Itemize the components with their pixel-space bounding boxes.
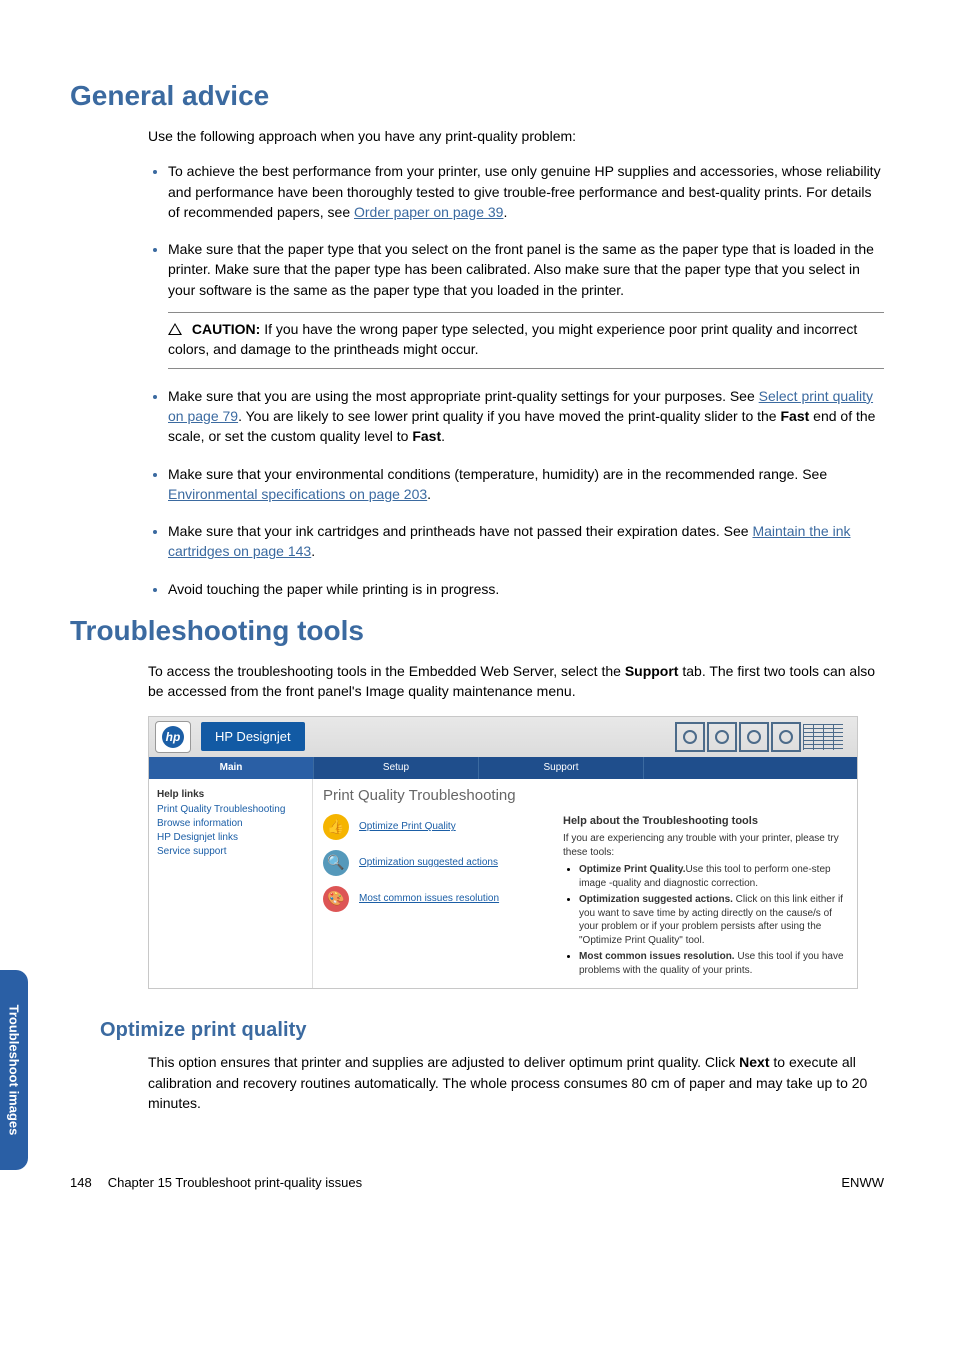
sidebar-category: Help links xyxy=(157,789,304,800)
tab-support[interactable]: Support xyxy=(479,757,644,779)
tab-setup[interactable]: Setup xyxy=(314,757,479,779)
action-row: 🎨 Most common issues resolution xyxy=(323,886,543,912)
caution-label: CAUTION: xyxy=(192,321,260,337)
link-common-issues[interactable]: Most common issues resolution xyxy=(359,893,499,904)
printer-illustration xyxy=(675,722,843,752)
text: . xyxy=(503,204,507,220)
text: . xyxy=(441,428,445,444)
text-bold: Most common issues resolution. xyxy=(579,951,735,962)
magnifier-icon: 🔍 xyxy=(323,850,349,876)
help-item: Optimization suggested actions. Click on… xyxy=(579,893,847,947)
list-item: Make sure that you are using the most ap… xyxy=(168,385,884,447)
printer-body-icon xyxy=(803,724,843,750)
text: Make sure that the paper type that you s… xyxy=(168,241,874,298)
tab-main[interactable]: Main xyxy=(149,757,314,779)
caution-text: If you have the wrong paper type selecte… xyxy=(168,321,857,357)
list-item: Avoid touching the paper while printing … xyxy=(168,578,884,599)
heading-troubleshooting-tools: Troubleshooting tools xyxy=(70,615,884,647)
ews-tabs: Main Setup Support xyxy=(149,757,857,779)
hp-logo-icon: hp xyxy=(162,726,184,748)
document-page: General advice Use the following approac… xyxy=(0,0,954,1230)
link-order-paper[interactable]: Order paper on page 39 xyxy=(354,204,503,220)
tab-filler xyxy=(644,757,857,779)
ews-actions-col: 👍 Optimize Print Quality 🔍 Optimization … xyxy=(323,814,543,981)
nozzle-icon xyxy=(739,722,769,752)
ews-body: Help links Print Quality Troubleshooting… xyxy=(149,779,857,989)
sidebar-link-service-support[interactable]: Service support xyxy=(157,846,304,857)
lang-code: ENWW xyxy=(841,1175,884,1190)
nozzle-icon xyxy=(707,722,737,752)
text: Make sure that you are using the most ap… xyxy=(168,388,759,404)
help-list: Optimize Print Quality.Use this tool to … xyxy=(563,863,847,977)
action-row: 🔍 Optimization suggested actions xyxy=(323,850,543,876)
text-bold: Optimize Print Quality. xyxy=(579,864,686,875)
help-item: Most common issues resolution. Use this … xyxy=(579,950,847,977)
help-intro: If you are experiencing any trouble with… xyxy=(563,832,847,859)
text-bold: Fast xyxy=(780,408,809,424)
list-item: Make sure that the paper type that you s… xyxy=(168,238,884,368)
text: To achieve the best performance from you… xyxy=(168,163,881,220)
advice-list: To achieve the best performance from you… xyxy=(148,160,884,599)
ews-header: hp HP Designjet xyxy=(149,717,857,757)
help-title: Help about the Troubleshooting tools xyxy=(563,814,847,829)
ews-main: Print Quality Troubleshooting 👍 Optimize… xyxy=(313,779,857,989)
sidebar-link-browse-info[interactable]: Browse information xyxy=(157,818,304,829)
ews-brand-title: HP Designjet xyxy=(201,722,305,751)
ews-screenshot: hp HP Designjet Main Setup Support Help … xyxy=(148,716,858,990)
link-optimization-suggested[interactable]: Optimization suggested actions xyxy=(359,857,498,868)
text: Make sure that your ink cartridges and p… xyxy=(168,523,752,539)
optimize-paragraph: This option ensures that printer and sup… xyxy=(148,1052,884,1113)
caution-icon xyxy=(168,323,182,335)
page-footer: 148 Chapter 15 Troubleshoot print-qualit… xyxy=(70,1175,884,1190)
text-bold: Support xyxy=(625,663,679,679)
chapter-title: Chapter 15 Troubleshoot print-quality is… xyxy=(108,1175,362,1190)
list-item: Make sure that your environmental condit… xyxy=(168,463,884,505)
intro-paragraph: Use the following approach when you have… xyxy=(148,126,884,146)
text: . xyxy=(311,543,315,559)
text: Avoid touching the paper while printing … xyxy=(168,581,499,597)
heading-general-advice: General advice xyxy=(70,80,884,112)
help-item: Optimize Print Quality.Use this tool to … xyxy=(579,863,847,890)
text: . xyxy=(427,486,431,502)
sidebar-link-pq-trouble[interactable]: Print Quality Troubleshooting xyxy=(157,804,304,815)
caution-note: CAUTION: If you have the wrong paper typ… xyxy=(168,312,884,369)
text: . You are likely to see lower print qual… xyxy=(238,408,780,424)
action-row: 👍 Optimize Print Quality xyxy=(323,814,543,840)
link-optimize-print-quality[interactable]: Optimize Print Quality xyxy=(359,821,456,832)
text: Make sure that your environmental condit… xyxy=(168,466,827,482)
tools-intro: To access the troubleshooting tools in t… xyxy=(148,661,884,702)
sidebar-link-designjet[interactable]: HP Designjet links xyxy=(157,832,304,843)
text-bold: Fast xyxy=(412,428,441,444)
hp-logo-badge: hp xyxy=(155,721,191,753)
ews-help-col: Help about the Troubleshooting tools If … xyxy=(563,814,847,981)
side-tab-label: Troubleshoot images xyxy=(7,1005,22,1136)
text-bold: Next xyxy=(739,1054,769,1070)
nozzle-icon xyxy=(675,722,705,752)
nozzle-icon xyxy=(771,722,801,752)
ews-sidebar: Help links Print Quality Troubleshooting… xyxy=(149,779,313,989)
text: To access the troubleshooting tools in t… xyxy=(148,663,625,679)
link-environmental-specs[interactable]: Environmental specifications on page 203 xyxy=(168,486,427,502)
section-side-tab: Troubleshoot images xyxy=(0,970,28,1170)
heading-optimize-print-quality: Optimize print quality xyxy=(100,1019,884,1042)
page-number: 148 xyxy=(70,1175,92,1190)
list-item: To achieve the best performance from you… xyxy=(168,160,884,222)
list-item: Make sure that your ink cartridges and p… xyxy=(168,520,884,562)
text-bold: Optimization suggested actions. xyxy=(579,894,733,905)
palette-icon: 🎨 xyxy=(323,886,349,912)
ews-main-title: Print Quality Troubleshooting xyxy=(323,787,847,804)
text: This option ensures that printer and sup… xyxy=(148,1054,739,1070)
thumbs-up-icon: 👍 xyxy=(323,814,349,840)
ews-columns: 👍 Optimize Print Quality 🔍 Optimization … xyxy=(323,814,847,981)
